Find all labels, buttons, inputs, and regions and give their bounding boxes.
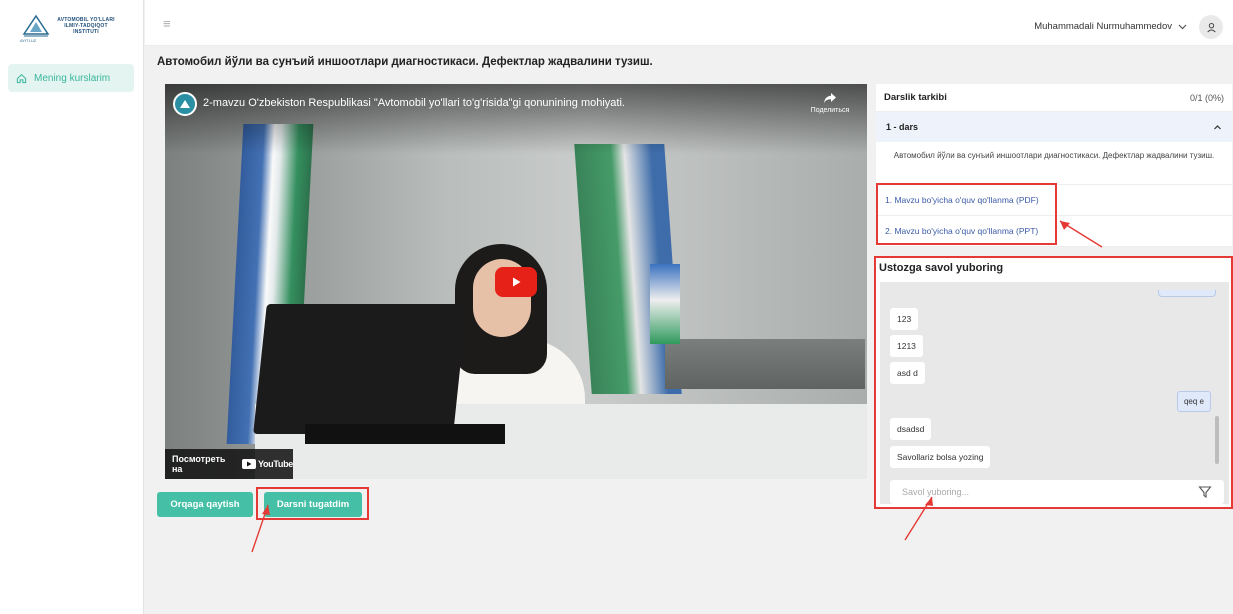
question-input[interactable]: [890, 480, 1224, 504]
channel-avatar[interactable]: [173, 92, 197, 116]
watch-on-label: Посмотреть на: [172, 454, 226, 474]
sidebar: AVTOMOBIL YO'LLARI ILMIY-TADQIQOT INSTIT…: [0, 0, 144, 614]
sidebar-item-my-courses[interactable]: Mening kurslarim: [8, 64, 134, 92]
video-flag-small: [650, 264, 680, 344]
menu-icon[interactable]: ≡: [163, 17, 171, 30]
lesson-progress: 0/1 (0%): [1189, 92, 1224, 103]
video-frames: [665, 339, 865, 389]
logo-caption: AYITI.UZ: [20, 38, 37, 43]
chevron-down-icon: [1178, 24, 1187, 29]
youtube-play-icon: [241, 459, 256, 469]
play-icon: [513, 277, 521, 287]
lesson-panel-header: Darslik tarkibi 0/1 (0%): [876, 84, 1232, 112]
chat-message: 123: [890, 308, 919, 330]
sidebar-item-label: Mening kurslarim: [34, 72, 111, 84]
logo[interactable]: AVTOMOBIL YO'LLARI ILMIY-TADQIQOT INSTIT…: [0, 0, 143, 38]
chat-message: 1213: [890, 335, 923, 357]
user-name: Muhammadali Nurmuhammedov: [1034, 21, 1172, 32]
video-title[interactable]: 2-mavzu O'zbekiston Respublikasi "Avtomo…: [203, 97, 625, 109]
youtube-label: YouTube: [257, 459, 293, 469]
chat-message: asd d: [890, 362, 925, 384]
logo-text: AVTOMOBIL YO'LLARI ILMIY-TADQIQOT INSTIT…: [56, 17, 116, 35]
chat-message: Savollariz bolsa yozing: [890, 446, 991, 468]
logo-line-3: INSTITUTI: [73, 29, 99, 35]
chat-title: Ustozga savol yuboring: [879, 262, 1004, 274]
chat-message: dsadsd: [890, 418, 932, 440]
top-header: ≡ Muhammadali Nurmuhammedov: [145, 0, 1233, 46]
user-menu[interactable]: Muhammadali Nurmuhammedov: [1034, 21, 1187, 32]
lesson-accordion-header[interactable]: 1 - dars: [876, 112, 1232, 142]
watch-on-youtube-link[interactable]: Посмотреть на YouTube: [165, 449, 293, 479]
lesson-label: 1 - dars: [886, 122, 919, 132]
video-top-gradient: [165, 84, 867, 154]
annotation-highlight-finish-button: [256, 487, 369, 520]
send-icon[interactable]: [1198, 485, 1212, 499]
youtube-logo: YouTube: [241, 459, 293, 469]
channel-logo-icon: [180, 100, 190, 108]
annotation-highlight-resources: [876, 183, 1057, 245]
chevron-up-icon: [1214, 124, 1221, 129]
institute-logo-icon: [22, 14, 50, 37]
ask-teacher-chat: Ustozga savol yuboring 123 1213 asd d qe…: [874, 256, 1233, 509]
share-button[interactable]: Поделиться: [793, 92, 867, 114]
chat-message-partial: [1158, 290, 1216, 297]
video-laptop-base: [305, 424, 505, 444]
play-button[interactable]: [495, 267, 537, 297]
back-button[interactable]: Orqaga qaytish: [157, 492, 253, 517]
avatar[interactable]: [1199, 15, 1223, 39]
home-icon: [16, 73, 27, 83]
chat-message-own: qeq e: [1176, 391, 1211, 412]
user-icon: [1206, 22, 1216, 32]
share-icon: [824, 93, 836, 103]
video-laptop: [253, 304, 467, 434]
lesson-panel-title: Darslik tarkibi: [884, 92, 947, 103]
lesson-description: Автомобил йўли ва сунъий иншоотлари диаг…: [876, 142, 1232, 185]
share-label: Поделиться: [810, 107, 850, 114]
page-title: Автомобил йўли ва сунъий иншоотлари диаг…: [157, 56, 653, 68]
chat-scrollbar[interactable]: [1215, 416, 1219, 464]
video-player[interactable]: 2-mavzu O'zbekiston Respublikasi "Avtomo…: [165, 84, 867, 479]
chat-messages[interactable]: 123 1213 asd d qeq e dsadsd Savollariz b…: [880, 282, 1229, 504]
